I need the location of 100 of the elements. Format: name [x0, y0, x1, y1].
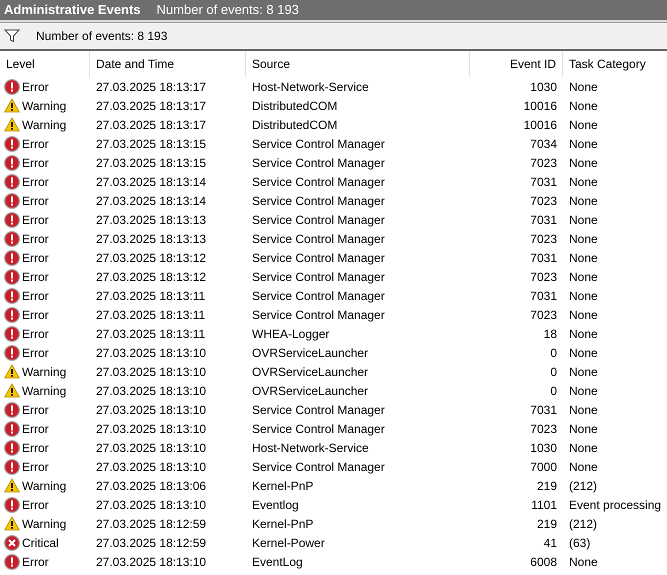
table-cell-text: Host-Network-Service: [251, 78, 370, 96]
column-header[interactable]: Event ID: [470, 51, 563, 77]
table-cell-text: 27.03.2025 18:13:15: [95, 154, 208, 172]
table-cell-text: None: [568, 154, 599, 172]
level-text: Warning: [22, 382, 66, 400]
table-cell-text: Service Control Manager: [251, 402, 386, 418]
table-cell-text: 219: [536, 516, 558, 532]
error-icon: [4, 344, 20, 360]
level-text: Error: [22, 402, 49, 418]
table-cell-text: None: [568, 268, 599, 286]
table-cell-text: 41: [542, 534, 558, 552]
filter-icon[interactable]: [4, 29, 20, 43]
error-icon: [4, 420, 20, 436]
table-cell-text: 7031: [529, 402, 558, 418]
error-icon: [4, 440, 20, 456]
table-cell-text: 1101: [530, 496, 558, 514]
table-cell-text: 27.03.2025 18:13:15: [95, 136, 208, 152]
table-cell-text: Service Control Manager: [251, 288, 386, 304]
error-icon: [4, 268, 20, 284]
level-text: Error: [22, 154, 49, 172]
level-text: Error: [22, 344, 49, 362]
table-cell-text: 0: [549, 364, 558, 380]
table-cell-text: 27.03.2025 18:13:13: [95, 212, 208, 228]
table-cell-text: 7023: [529, 230, 558, 248]
table-cell-text: Host-Network-Service: [251, 440, 370, 456]
level-text: Error: [22, 230, 49, 248]
table-cell-text: 7000: [529, 458, 558, 476]
table-cell-text: Event processing: [568, 496, 662, 514]
column-header[interactable]: Source: [246, 51, 470, 77]
error-icon: [4, 174, 20, 190]
level-text: Error: [22, 212, 49, 228]
table-cell-text: Service Control Manager: [251, 174, 386, 190]
warning-icon: [4, 383, 20, 398]
table-cell-text: 27.03.2025 18:13:06: [95, 478, 208, 494]
level-text: Error: [22, 174, 49, 190]
table-cell-text: None: [568, 288, 599, 304]
table-cell-text: OVRServiceLauncher: [251, 382, 370, 400]
table-cell-text: 27.03.2025 18:13:10: [95, 554, 208, 570]
error-icon: [4, 402, 20, 418]
table-cell-text: 27.03.2025 18:13:10: [95, 440, 208, 456]
table-cell-text: None: [568, 554, 599, 570]
error-icon: [4, 212, 20, 228]
table-cell-text: 7031: [529, 288, 558, 304]
table-cell-text: 7023: [529, 154, 558, 172]
error-icon: [4, 554, 20, 570]
table-cell-text: 27.03.2025 18:13:10: [95, 458, 208, 476]
table-cell-text: 27.03.2025 18:13:10: [95, 402, 208, 418]
table-cell-text: Service Control Manager: [251, 458, 386, 476]
table-cell-text: None: [568, 136, 599, 152]
level-text: Error: [22, 496, 49, 514]
table-cell-text: None: [568, 458, 599, 476]
table-cell-text: None: [568, 440, 599, 456]
table-cell-text: 27.03.2025 18:13:14: [95, 192, 208, 210]
level-text: Warning: [22, 478, 66, 494]
table-cell-text: Kernel-PnP: [251, 478, 314, 494]
table-cell-text: 27.03.2025 18:13:11: [95, 326, 206, 342]
level-text: Critical: [22, 534, 59, 552]
table-cell-text: 27.03.2025 18:13:17: [95, 116, 208, 134]
table-cell-text: (212): [568, 516, 598, 532]
table-cell-text: Service Control Manager: [251, 268, 386, 286]
column-header[interactable]: Task Category: [563, 51, 667, 77]
level-text: Error: [22, 306, 49, 324]
table-cell-text: None: [568, 230, 599, 248]
table-cell-text: None: [568, 364, 599, 380]
table-cell-text: 10016: [522, 116, 558, 134]
level-text: Error: [22, 78, 49, 96]
table-cell-text: None: [568, 78, 599, 96]
table-cell-text: 27.03.2025 18:13:11: [95, 306, 206, 324]
level-text: Warning: [22, 116, 66, 134]
table-cell-text: 27.03.2025 18:13:12: [95, 250, 208, 266]
table-cell-text: None: [568, 344, 599, 362]
table-cell-text: None: [568, 402, 599, 418]
table-cell-text: Service Control Manager: [251, 154, 386, 172]
table-cell-text: None: [568, 98, 599, 114]
error-icon: [4, 288, 20, 304]
table-cell-text: EventLog: [251, 554, 304, 570]
event-count: Number of events: 8 193: [156, 1, 299, 20]
table-cell-text: Eventlog: [251, 496, 300, 514]
column-header[interactable]: Level: [0, 51, 90, 77]
table-cell-text: None: [568, 326, 599, 342]
level-text: Error: [22, 136, 49, 152]
error-icon: [4, 230, 20, 246]
window-title: Administrative Events: [4, 1, 141, 20]
table-cell-text: 27.03.2025 18:12:59: [95, 534, 208, 552]
table-cell-text: 27.03.2025 18:13:10: [95, 420, 208, 438]
table-cell-text: 27.03.2025 18:13:10: [95, 364, 208, 380]
critical-icon: [4, 534, 20, 550]
table-cell-text: 0: [549, 344, 558, 362]
table-cell-text: 0: [549, 382, 558, 400]
table-cell-text: 27.03.2025 18:13:17: [95, 98, 208, 114]
table-cell-text: (63): [568, 534, 592, 552]
error-icon: [4, 496, 20, 512]
table-cell-text: 7023: [529, 192, 558, 210]
table-cell-text: Kernel-PnP: [251, 516, 314, 532]
table-cell-text: 1030: [529, 78, 558, 96]
table-cell-text: 27.03.2025 18:13:11: [95, 288, 206, 304]
error-icon: [4, 78, 20, 94]
column-header[interactable]: Date and Time: [90, 51, 246, 77]
table-cell-text: 6008: [529, 554, 558, 570]
warning-icon: [4, 478, 20, 493]
